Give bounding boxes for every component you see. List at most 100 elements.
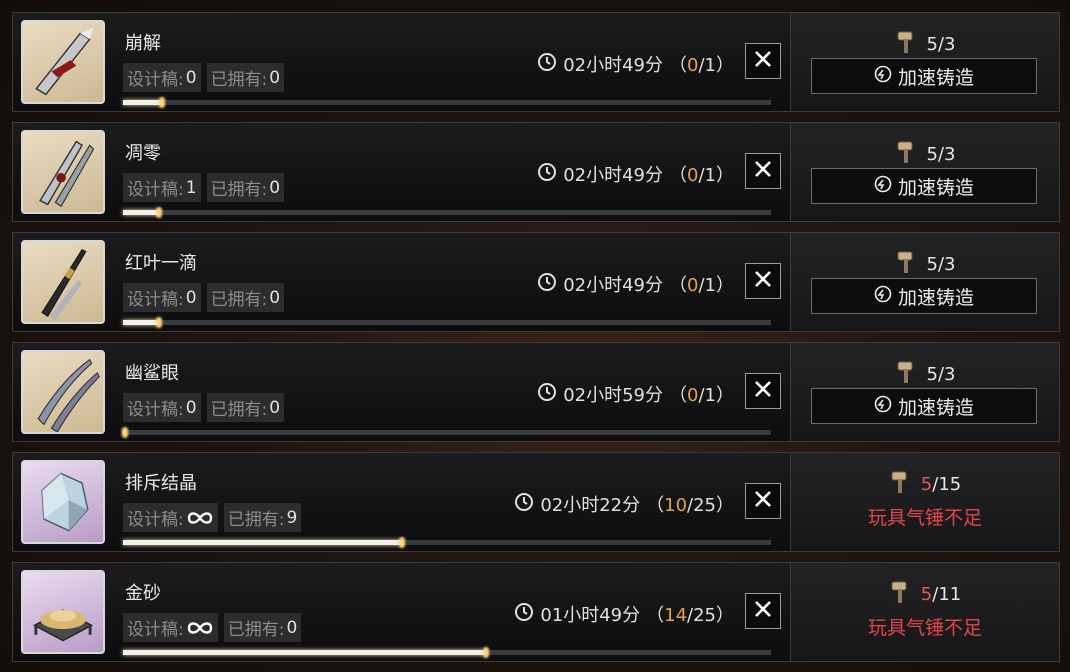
forge-progress-fill	[123, 320, 159, 325]
forge-queue-row: 金砂 设计稿: 已拥有: 0 01小时49分 （14/25） 5/11 玩具气锤不足	[12, 562, 1060, 662]
clock-icon	[537, 382, 557, 407]
weapon-icon[interactable]	[21, 350, 105, 434]
close-icon	[753, 269, 773, 293]
clock-icon	[537, 272, 557, 297]
time-remaining: 02小时49分	[563, 165, 664, 186]
blueprint-value: 0	[185, 287, 197, 308]
owned-tag: 已拥有: 0	[206, 63, 285, 92]
speed-up-forge-button[interactable]: 加速铸造	[811, 168, 1037, 204]
item-name: 排斥结晶	[125, 473, 197, 494]
cancel-forge-button[interactable]	[745, 153, 781, 189]
owned-value: 0	[286, 617, 298, 638]
insufficient-warning: 玩具气锤不足	[867, 507, 982, 529]
progress-open: （	[669, 385, 688, 406]
progress-total: /25）	[687, 605, 734, 626]
owned-label: 已拥有:	[210, 70, 268, 90]
speed-up-forge-button[interactable]: 加速铸造	[811, 58, 1037, 94]
cost-need: 3	[944, 144, 956, 165]
close-icon	[753, 489, 773, 513]
cost-have: 5	[920, 584, 933, 605]
progress-count: （14/25）	[646, 601, 734, 627]
owned-tag: 已拥有: 9	[223, 503, 302, 532]
blueprint-tag: 设计稿: 0	[123, 393, 201, 422]
weapon-icon[interactable]	[21, 20, 105, 104]
forge-progress-fill	[123, 650, 486, 655]
forge-item-panel: 金砂 设计稿: 已拥有: 0 01小时49分 （14/25）	[12, 562, 790, 662]
progress-total: /25）	[687, 495, 734, 516]
forge-timer: 02小时49分 （0/1）	[537, 161, 734, 187]
item-tags: 设计稿: 1 已拥有: 0	[123, 173, 285, 202]
progress-count: （0/1）	[669, 161, 734, 187]
owned-label: 已拥有:	[210, 290, 268, 310]
owned-label: 已拥有:	[227, 620, 285, 640]
blueprint-label: 设计稿:	[127, 70, 184, 90]
hammer-icon	[895, 359, 919, 390]
cancel-forge-button[interactable]	[745, 373, 781, 409]
cost-need: 11	[938, 584, 962, 605]
time-remaining: 02小时22分	[540, 495, 641, 516]
weapon-icon[interactable]	[21, 240, 105, 324]
forge-queue-row: 红叶一滴 设计稿: 0 已拥有: 0 02小时49分 （0/1） 5/3 加速铸造	[12, 232, 1060, 332]
owned-value: 0	[269, 397, 281, 418]
progress-open: （	[669, 55, 688, 76]
hammer-cost: 5/11	[791, 579, 1059, 610]
blueprint-label: 设计稿:	[127, 290, 184, 310]
item-tags: 设计稿: 已拥有: 0	[123, 613, 302, 642]
cost-have: 5	[926, 254, 938, 275]
time-remaining: 02小时59分	[563, 385, 664, 406]
speed-up-forge-button[interactable]: 加速铸造	[811, 388, 1037, 424]
blueprint-value: 0	[185, 67, 197, 88]
owned-tag: 已拥有: 0	[206, 173, 285, 202]
forge-cost-panel: 5/3 加速铸造	[790, 232, 1060, 332]
forge-progress-bar	[123, 320, 771, 325]
owned-value: 0	[269, 287, 281, 308]
forge-queue-list: 崩解 设计稿: 0 已拥有: 0 02小时49分 （0/1） 5/3 加速铸造 凋零 设计稿: 1 已拥…	[12, 12, 1060, 672]
speed-up-label: 加速铸造	[897, 286, 974, 309]
forge-item-panel: 凋零 设计稿: 1 已拥有: 0 02小时49分 （0/1）	[12, 122, 790, 222]
forge-cost-panel: 5/3 加速铸造	[790, 122, 1060, 222]
speed-up-forge-button[interactable]: 加速铸造	[811, 278, 1037, 314]
forge-progress-bar	[123, 650, 771, 655]
progress-current: 10	[664, 495, 688, 516]
forge-timer: 02小时22分 （10/25）	[514, 491, 734, 517]
item-name: 幽鲨眼	[125, 363, 179, 384]
forge-item-panel: 崩解 设计稿: 0 已拥有: 0 02小时49分 （0/1）	[12, 12, 790, 112]
forge-item-panel: 幽鲨眼 设计稿: 0 已拥有: 0 02小时59分 （0/1）	[12, 342, 790, 442]
progress-current: 14	[664, 605, 688, 626]
owned-label: 已拥有:	[210, 400, 268, 420]
cost-need: 3	[944, 254, 956, 275]
forge-cost-panel: 5/11 玩具气锤不足	[790, 562, 1060, 662]
cancel-forge-button[interactable]	[745, 483, 781, 519]
cancel-forge-button[interactable]	[745, 43, 781, 79]
crystal-icon[interactable]	[21, 460, 105, 544]
cancel-forge-button[interactable]	[745, 593, 781, 629]
cancel-forge-button[interactable]	[745, 263, 781, 299]
cost-need: 3	[944, 34, 956, 55]
progress-count: （0/1）	[669, 381, 734, 407]
blueprint-label: 设计稿:	[127, 180, 184, 200]
forge-timer: 01小时49分 （14/25）	[514, 601, 734, 627]
speed-up-label: 加速铸造	[897, 66, 974, 89]
clock-icon	[514, 492, 534, 517]
progress-current: 0	[687, 275, 699, 296]
progress-current: 0	[687, 55, 699, 76]
hammer-cost: 5/3	[791, 359, 1059, 390]
speed-up-icon	[874, 395, 892, 418]
item-name: 崩解	[125, 33, 161, 54]
owned-label: 已拥有:	[210, 180, 268, 200]
forge-timer: 02小时49分 （0/1）	[537, 51, 734, 77]
weapon-icon[interactable]	[21, 130, 105, 214]
forge-queue-row: 崩解 设计稿: 0 已拥有: 0 02小时49分 （0/1） 5/3 加速铸造	[12, 12, 1060, 112]
blueprint-tag: 设计稿:	[123, 613, 218, 642]
progress-total: /1）	[698, 385, 734, 406]
blueprint-tag: 设计稿: 1	[123, 173, 201, 202]
gold-sand-icon[interactable]	[21, 570, 105, 654]
forge-progress-fill	[123, 210, 159, 215]
forge-cost-panel: 5/3 加速铸造	[790, 12, 1060, 112]
owned-value: 9	[286, 507, 298, 528]
blueprint-tag: 设计稿: 0	[123, 63, 201, 92]
time-remaining: 02小时49分	[563, 275, 664, 296]
blueprint-label: 设计稿:	[127, 510, 184, 530]
forge-queue-row: 排斥结晶 设计稿: 已拥有: 9 02小时22分 （10/25） 5/15 玩具气锤不足	[12, 452, 1060, 552]
blueprint-value: 0	[185, 397, 197, 418]
